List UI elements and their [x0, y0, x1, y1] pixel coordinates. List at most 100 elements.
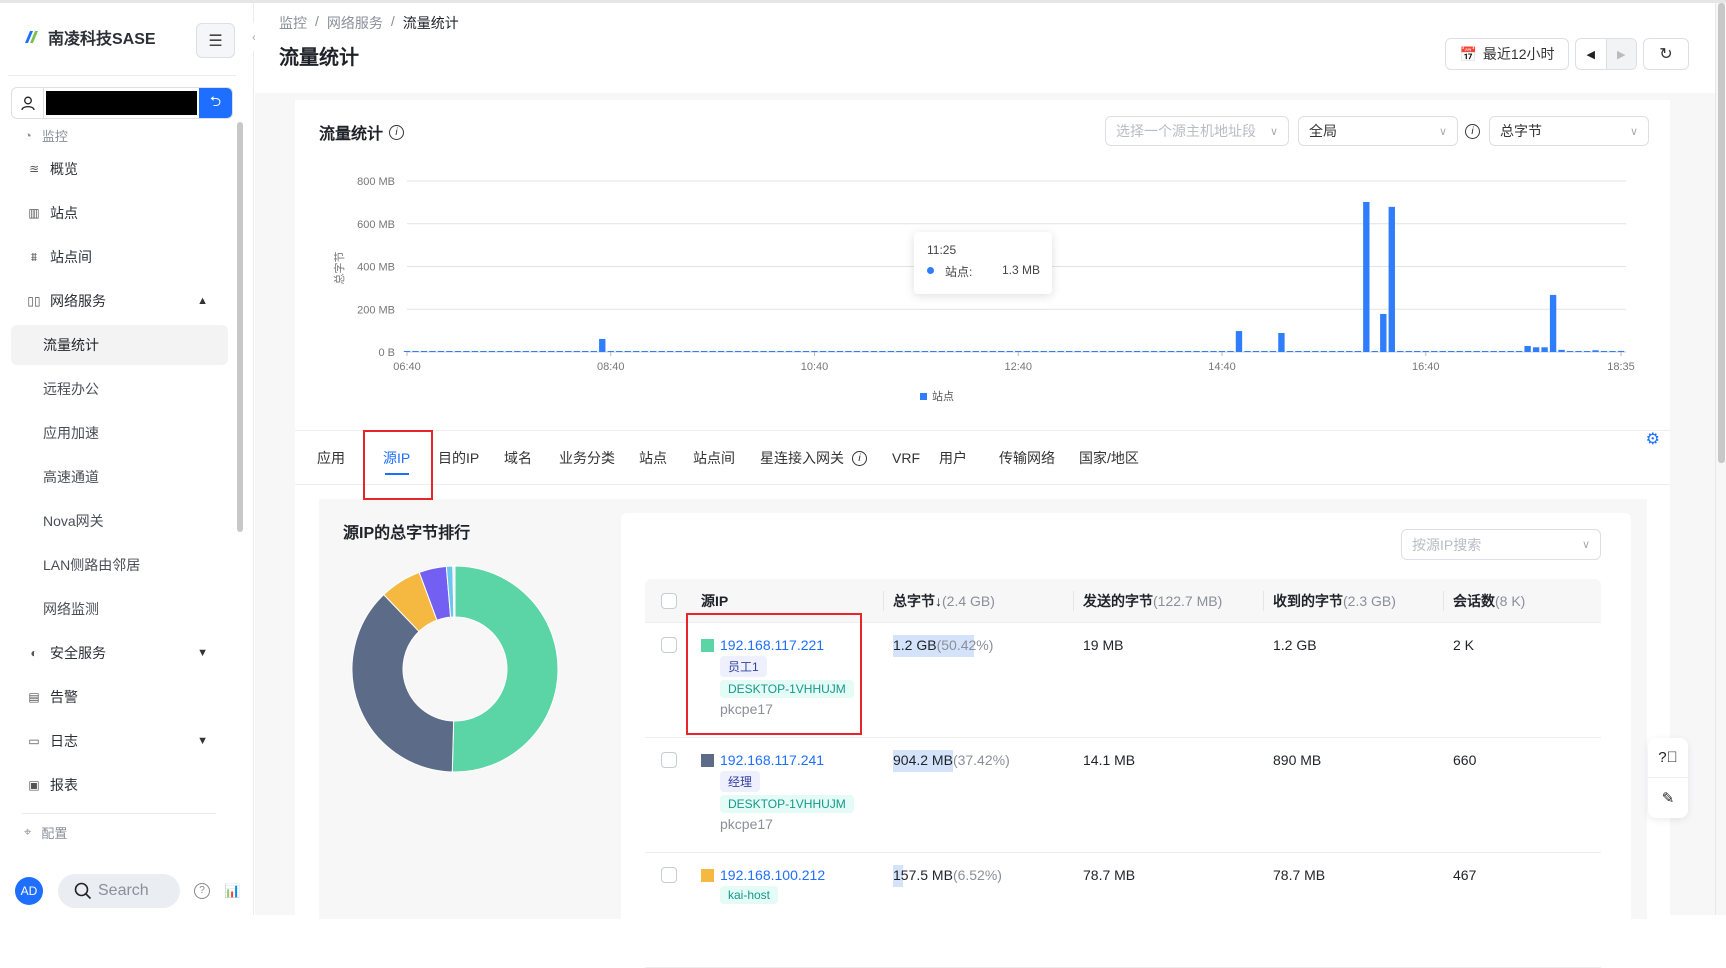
bar[interactable] — [828, 351, 835, 352]
bar[interactable] — [819, 351, 827, 352]
bar[interactable] — [1397, 351, 1404, 352]
sidebar-item-network-services[interactable]: ▯▯ 网络服务 ▲ — [0, 279, 236, 323]
bar-chart-icon[interactable]: 📊 — [224, 883, 240, 899]
bar[interactable] — [836, 351, 844, 352]
avatar[interactable]: AD — [15, 876, 43, 905]
scrollbar-thumb[interactable] — [237, 122, 243, 532]
bar[interactable] — [972, 351, 979, 352]
bar[interactable] — [1575, 351, 1582, 352]
bar[interactable] — [666, 351, 674, 352]
bar[interactable] — [531, 351, 538, 352]
bar[interactable] — [1422, 351, 1429, 352]
sidebar-item-reports[interactable]: ▣ 报表 — [0, 763, 236, 807]
bar[interactable] — [683, 351, 691, 352]
bar[interactable] — [1346, 351, 1353, 352]
bar[interactable] — [1303, 351, 1311, 352]
bar[interactable] — [1099, 351, 1107, 352]
bar[interactable] — [446, 351, 453, 352]
bar[interactable] — [1532, 347, 1540, 352]
bar[interactable] — [734, 351, 742, 352]
tab-5[interactable]: 站点 — [639, 431, 667, 485]
bar[interactable] — [1405, 351, 1412, 352]
bar[interactable] — [700, 351, 708, 352]
bar[interactable] — [1006, 351, 1013, 352]
bar[interactable] — [471, 351, 479, 352]
bar[interactable] — [879, 351, 886, 352]
bar[interactable] — [887, 351, 895, 352]
bar[interactable] — [1057, 351, 1064, 352]
table-row[interactable]: 192.168.100.212 kai-host 157.5 MB(6.52%) 78… — [645, 853, 1601, 968]
bar[interactable] — [565, 351, 572, 352]
bar[interactable] — [811, 351, 818, 352]
bar[interactable] — [1549, 294, 1557, 352]
bar[interactable] — [964, 351, 971, 352]
sidebar-subitem-lan-neighbors[interactable]: LAN侧路由邻居 — [0, 543, 236, 587]
sidebar-scrollbar[interactable] — [236, 118, 244, 853]
bar[interactable] — [1566, 351, 1574, 352]
bar[interactable] — [1278, 332, 1285, 352]
tenant-switcher[interactable]: ⮌ — [11, 87, 233, 119]
bar[interactable] — [1193, 351, 1200, 352]
help-icon[interactable]: ? — [194, 882, 210, 899]
bar[interactable] — [981, 351, 988, 352]
bar[interactable] — [1142, 351, 1149, 352]
bar[interactable] — [1507, 351, 1514, 352]
tab-9[interactable]: 用户 — [939, 431, 967, 485]
bar[interactable] — [1448, 351, 1455, 352]
bar[interactable] — [777, 351, 784, 352]
bar[interactable] — [709, 351, 716, 352]
bar[interactable] — [658, 351, 665, 352]
bar[interactable] — [1116, 351, 1124, 352]
bar[interactable] — [1592, 350, 1599, 352]
bar[interactable] — [1210, 351, 1217, 352]
bar[interactable] — [1583, 351, 1591, 352]
bar[interactable] — [1049, 351, 1056, 352]
sidebar-item-inter-site[interactable]: ⩩ 站点间 — [0, 235, 236, 279]
bar[interactable] — [760, 351, 767, 352]
bar[interactable] — [650, 351, 657, 352]
bar[interactable] — [930, 351, 937, 352]
prev-period-button[interactable]: ◀ — [1576, 39, 1606, 69]
bar[interactable] — [1329, 351, 1336, 352]
bar[interactable] — [1414, 351, 1421, 352]
bar[interactable] — [896, 351, 903, 352]
bar[interactable] — [1609, 351, 1616, 352]
bar[interactable] — [1286, 351, 1294, 352]
bar[interactable] — [1065, 351, 1073, 352]
bar[interactable] — [1218, 351, 1226, 352]
bar[interactable] — [717, 351, 725, 352]
bar[interactable] — [403, 351, 411, 352]
source-ip-search[interactable]: 按源IP搜索 ∨ — [1401, 529, 1601, 560]
bar[interactable] — [1380, 313, 1387, 352]
bar[interactable] — [1354, 351, 1362, 352]
bar[interactable] — [616, 351, 623, 352]
sidebar-item-sites[interactable]: ▥ 站点 — [0, 191, 236, 235]
sidebar-subitem-network-monitoring[interactable]: 网络监测 — [0, 587, 236, 631]
bar[interactable] — [1015, 351, 1022, 352]
breadcrumb-network-services[interactable]: 网络服务 — [327, 13, 383, 33]
bar[interactable] — [1074, 351, 1081, 352]
bar[interactable] — [955, 351, 963, 352]
bar[interactable] — [1320, 351, 1328, 352]
tab-8[interactable]: VRF — [892, 431, 920, 485]
bar[interactable] — [870, 351, 878, 352]
bar[interactable] — [1108, 351, 1115, 352]
sidebar-subitem-traffic-stats[interactable]: 流量统计 — [11, 325, 228, 365]
info-icon[interactable]: i — [852, 451, 867, 466]
bar[interactable] — [785, 351, 793, 352]
bar[interactable] — [1133, 351, 1141, 352]
bar[interactable] — [412, 351, 419, 352]
sidebar-item-logs[interactable]: ▭ 日志 ▼ — [0, 719, 236, 763]
bar[interactable] — [599, 338, 606, 352]
sidebar-subitem-app-acceleration[interactable]: 应用加速 — [0, 411, 236, 455]
tab-3[interactable]: 域名 — [504, 431, 532, 485]
menu-toggle-button[interactable]: ☰ — [196, 23, 235, 58]
bar[interactable] — [556, 351, 563, 352]
bar[interactable] — [692, 351, 699, 352]
bar[interactable] — [675, 351, 682, 352]
bar[interactable] — [1023, 351, 1030, 352]
bar[interactable] — [522, 351, 530, 352]
tab-4[interactable]: 业务分类 — [559, 431, 615, 485]
bar[interactable] — [1600, 351, 1608, 352]
source-ip-link[interactable]: 192.168.100.212 — [720, 867, 825, 883]
